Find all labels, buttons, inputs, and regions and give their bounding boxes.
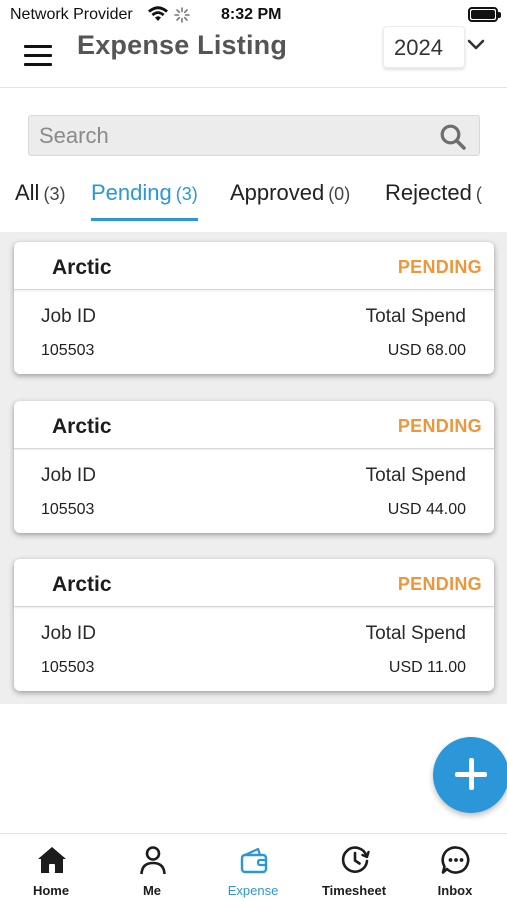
expense-card[interactable]: Arctic PENDING Job ID Total Spend 105503… bbox=[14, 242, 494, 374]
total-spend-label: Total Spend bbox=[365, 306, 466, 327]
expense-card[interactable]: Arctic PENDING Job ID Total Spend 105503… bbox=[14, 559, 494, 691]
client-name: Arctic bbox=[52, 573, 112, 596]
tab-approved-count: (0) bbox=[328, 184, 351, 204]
tab-all-count: (3) bbox=[43, 184, 66, 204]
chevron-down-icon[interactable] bbox=[466, 37, 486, 53]
clock-icon bbox=[339, 844, 371, 876]
nav-me-label: Me bbox=[142, 883, 162, 898]
year-dropdown[interactable]: 2024 bbox=[383, 26, 465, 68]
battery-icon bbox=[468, 7, 501, 22]
tab-approved-label: Approved bbox=[230, 180, 325, 205]
client-name: Arctic bbox=[52, 256, 112, 279]
job-id-value: 105503 bbox=[41, 659, 95, 676]
search-input[interactable] bbox=[39, 120, 434, 151]
app-header: Expense Listing 2024 bbox=[0, 26, 507, 88]
person-icon bbox=[137, 844, 169, 876]
nav-inbox-label: Inbox bbox=[437, 883, 473, 898]
tab-pending-label: Pending bbox=[91, 180, 172, 205]
tab-all-label: All bbox=[15, 180, 40, 205]
nav-expense[interactable]: Expense bbox=[203, 834, 303, 901]
tab-all[interactable]: All (3) bbox=[15, 180, 65, 222]
tab-rejected-count: ( bbox=[475, 184, 482, 204]
card-header: Arctic PENDING bbox=[14, 242, 494, 290]
total-spend-value: USD 68.00 bbox=[387, 342, 466, 359]
total-spend-value: USD 11.00 bbox=[388, 659, 466, 676]
job-id-value: 105503 bbox=[41, 501, 95, 518]
nav-expense-label: Expense bbox=[227, 883, 279, 898]
nav-me[interactable]: Me bbox=[102, 834, 202, 901]
tab-pending-count: (3) bbox=[175, 184, 198, 204]
activity-spinner-icon bbox=[174, 7, 190, 28]
job-id-value: 105503 bbox=[41, 342, 95, 359]
home-icon bbox=[36, 844, 68, 876]
tab-pending[interactable]: Pending (3) bbox=[91, 180, 198, 222]
total-spend-value: USD 44.00 bbox=[387, 501, 466, 518]
hamburger-menu-icon[interactable] bbox=[24, 45, 54, 69]
bottom-navigation: Home Me Expense Timesheet Inbox bbox=[0, 833, 507, 900]
status-badge: PENDING bbox=[397, 574, 482, 594]
search-icon[interactable] bbox=[439, 123, 467, 156]
active-tab-indicator bbox=[91, 218, 198, 221]
clock-time: 8:32 PM bbox=[221, 6, 282, 23]
nav-home-label: Home bbox=[32, 883, 70, 898]
status-badge: PENDING bbox=[397, 257, 482, 277]
search-bar bbox=[28, 115, 480, 156]
job-id-label: Job ID bbox=[41, 465, 96, 486]
nav-timesheet[interactable]: Timesheet bbox=[304, 834, 404, 901]
card-header: Arctic PENDING bbox=[14, 401, 494, 449]
nav-timesheet-label: Timesheet bbox=[321, 883, 387, 898]
total-spend-label: Total Spend bbox=[365, 465, 466, 486]
total-spend-label: Total Spend bbox=[365, 623, 466, 644]
status-tabs: All (3) Pending (3) Approved (0) Rejected( bbox=[0, 180, 507, 222]
status-badge: PENDING bbox=[397, 416, 482, 436]
wallet-icon bbox=[238, 844, 270, 876]
page-title: Expense Listing bbox=[77, 30, 288, 60]
tab-rejected[interactable]: Rejected( bbox=[385, 180, 482, 222]
tab-approved[interactable]: Approved (0) bbox=[230, 180, 350, 222]
nav-home[interactable]: Home bbox=[1, 834, 101, 901]
tab-rejected-label: Rejected bbox=[385, 180, 472, 205]
network-provider: Network Provider bbox=[10, 6, 133, 23]
expense-card[interactable]: Arctic PENDING Job ID Total Spend 105503… bbox=[14, 401, 494, 533]
job-id-label: Job ID bbox=[41, 306, 96, 327]
wifi-icon bbox=[147, 5, 169, 28]
nav-inbox[interactable]: Inbox bbox=[405, 834, 505, 901]
expense-list: Arctic PENDING Job ID Total Spend 105503… bbox=[0, 232, 507, 704]
card-header: Arctic PENDING bbox=[14, 559, 494, 607]
job-id-label: Job ID bbox=[41, 623, 96, 644]
add-expense-button[interactable] bbox=[433, 737, 507, 813]
client-name: Arctic bbox=[52, 415, 112, 438]
chat-icon bbox=[440, 844, 472, 876]
